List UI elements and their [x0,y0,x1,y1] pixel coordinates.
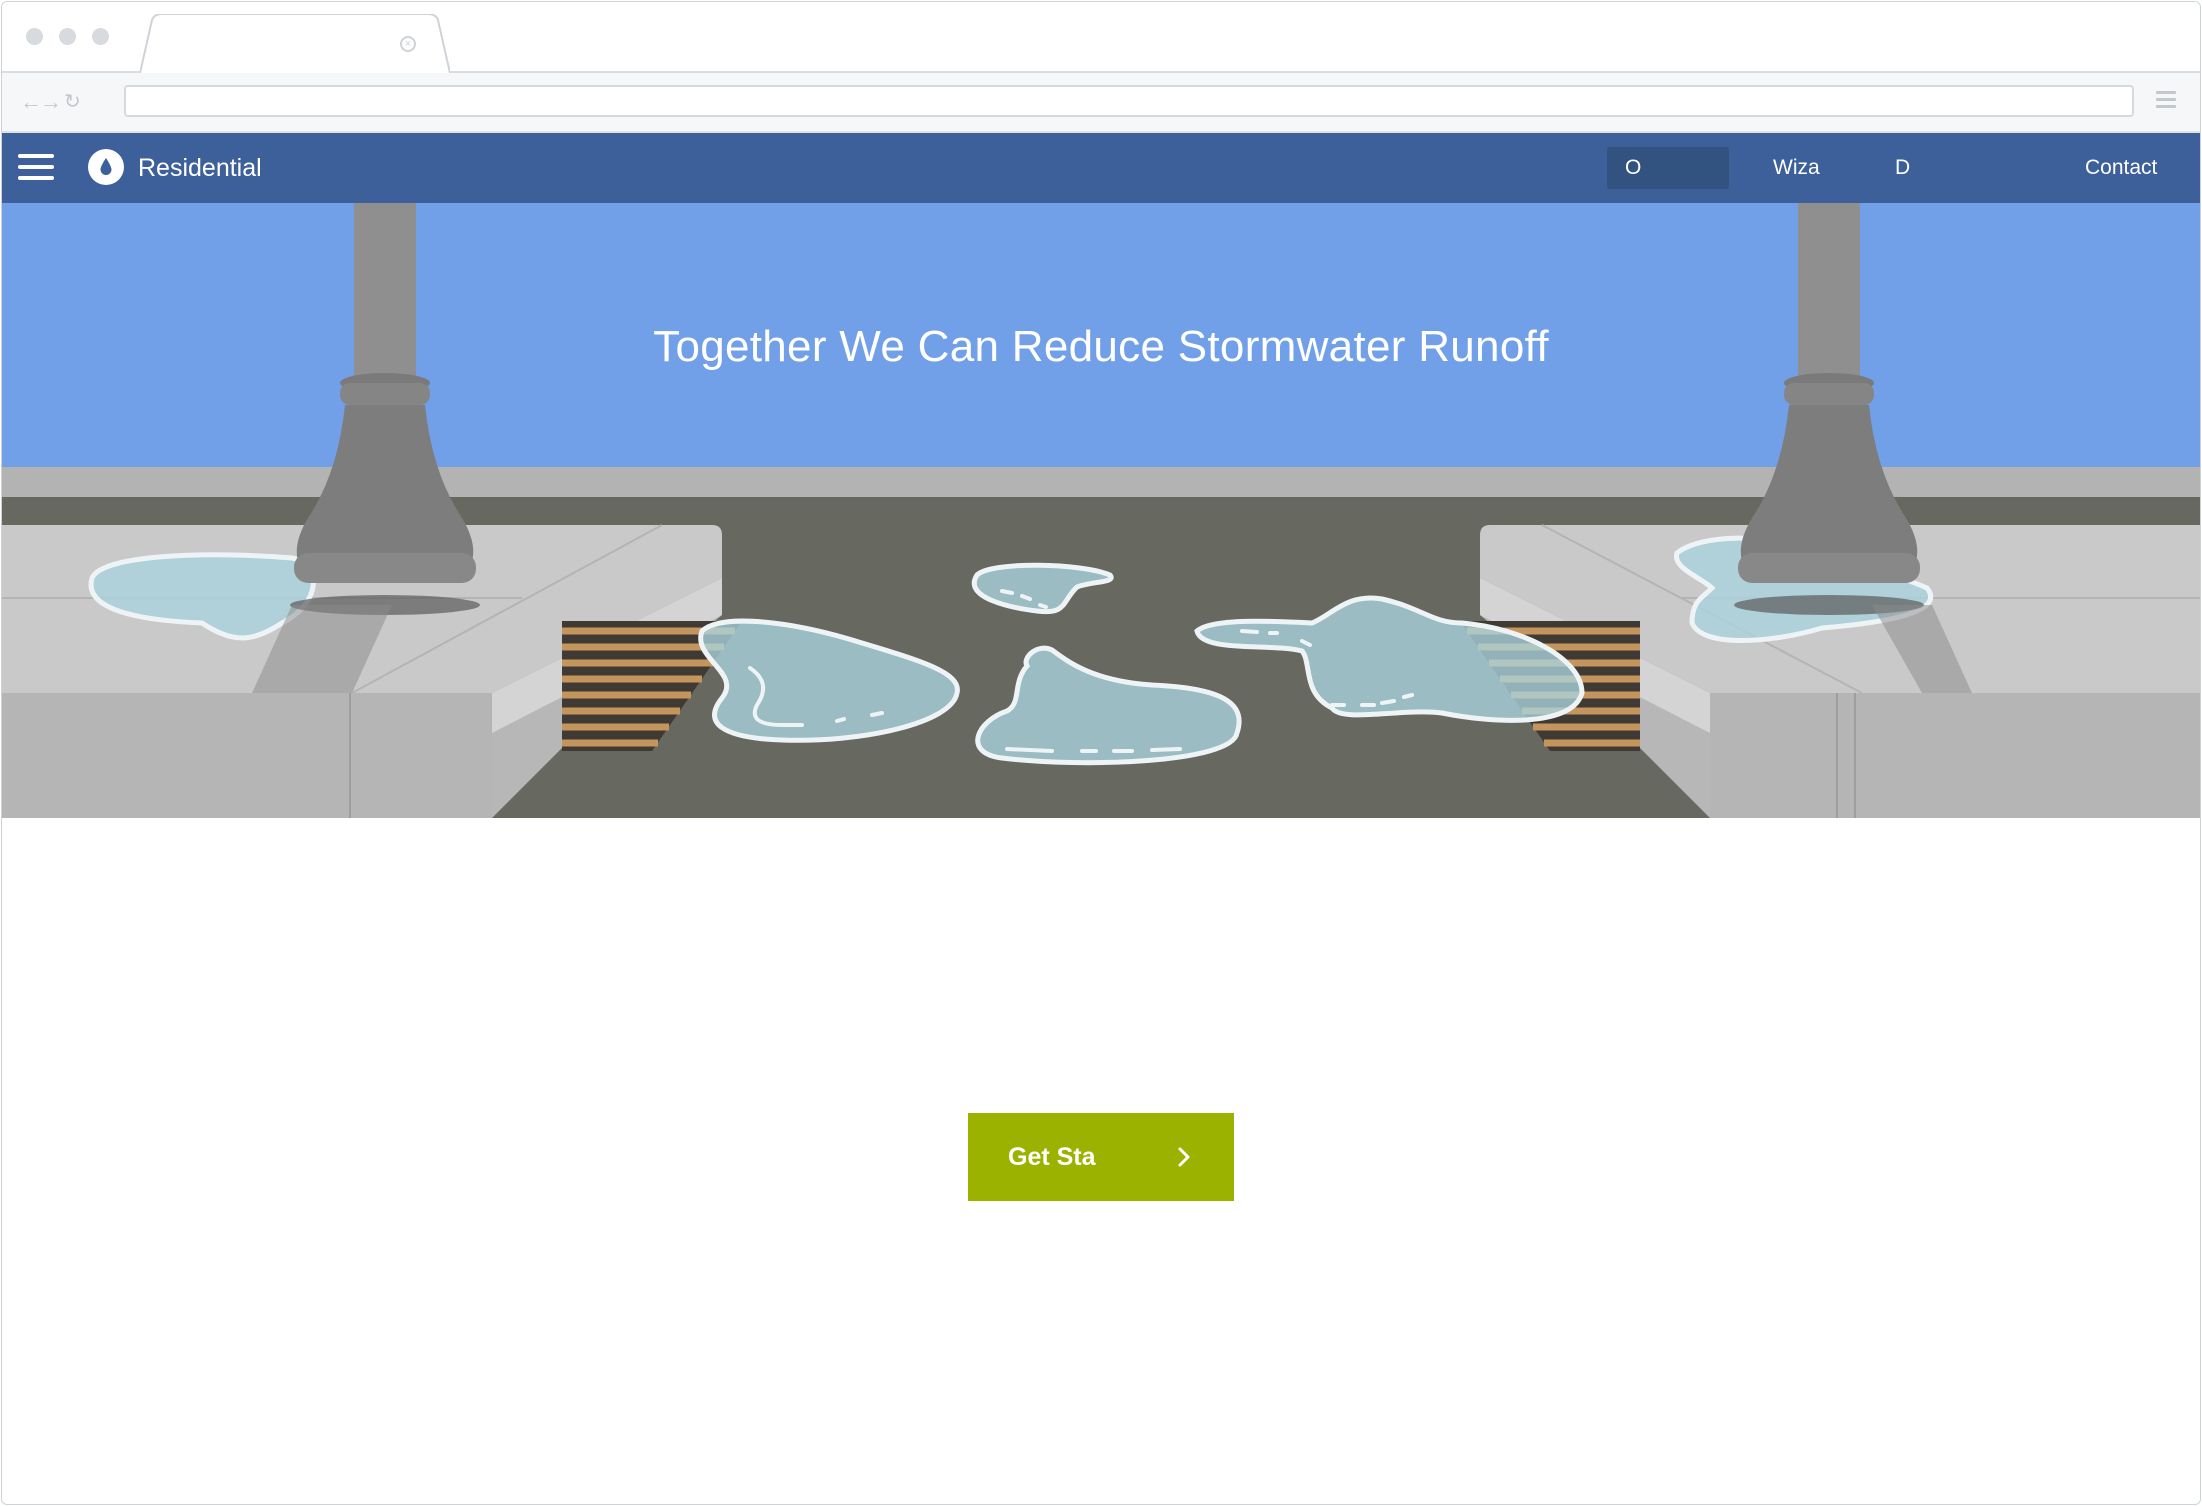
get-started-button[interactable]: Get Sta [968,1113,1234,1201]
nav-item-o[interactable]: O [1607,147,1729,189]
reload-icon[interactable]: ↻ [64,90,81,114]
hero-section: Together We Can Reduce Stormwater Runoff [2,203,2200,818]
url-input[interactable] [124,85,2134,117]
tab-close-icon[interactable]: × [400,36,416,52]
hero-title: Together We Can Reduce Stormwater Runoff [653,322,1549,371]
site-brand[interactable]: Residential [138,153,262,183]
site-navbar: Residential O Wiza D Contact [2,133,2200,203]
back-arrow-icon[interactable]: ← [20,90,42,114]
window-close-dot[interactable] [26,28,43,45]
window-maximize-dot[interactable] [92,28,109,45]
chevron-right-icon [1178,1147,1190,1167]
stormwater-street-illustration [2,203,2200,818]
nav-item-d[interactable]: D [1895,147,1910,189]
browser-menu-icon[interactable] [2156,91,2176,112]
hamburger-icon[interactable] [18,154,54,187]
browser-tab-bar: × [2,2,2200,73]
browser-address-bar: ← → ↻ [2,73,2200,133]
water-drop-icon[interactable] [88,149,124,185]
window-minimize-dot[interactable] [59,28,76,45]
get-started-label: Get Sta [1008,1143,1096,1171]
browser-window: × ← → ↻ Residential O Wiza D Contact Tog… [1,1,2201,1505]
nav-item-wiza[interactable]: Wiza [1773,147,1820,189]
forward-arrow-icon[interactable]: → [40,90,62,114]
nav-item-contact[interactable]: Contact [2085,147,2157,189]
